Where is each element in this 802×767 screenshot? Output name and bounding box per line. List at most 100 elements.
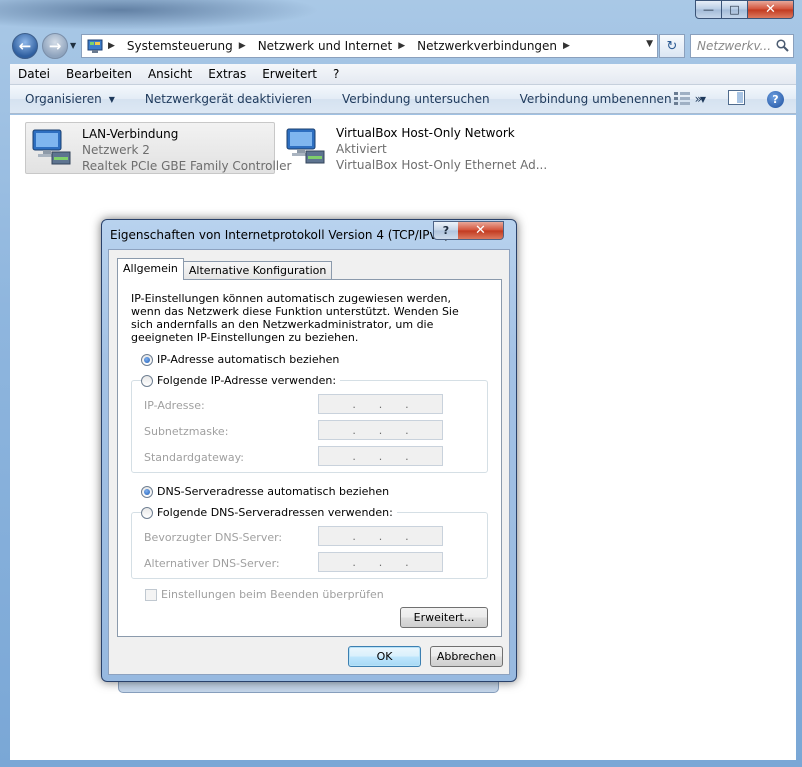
- menu-bearbeiten[interactable]: Bearbeiten: [58, 67, 140, 81]
- refresh-icon: ↻: [666, 38, 678, 54]
- preferred-dns-label: Bevorzugter DNS-Server:: [144, 531, 283, 544]
- ip-dot: .: [405, 397, 409, 411]
- back-button[interactable]: ←: [12, 33, 38, 59]
- alternate-dns-label: Alternativer DNS-Server:: [144, 557, 280, 570]
- breadcrumb-item-netzwerk[interactable]: Netzwerk und Internet: [258, 39, 393, 53]
- radio-selected: [141, 353, 153, 366]
- breadcrumb-label: Systemsteuerung: [126, 39, 233, 53]
- tab-strip: Allgemein Alternative Konfiguration: [117, 258, 333, 280]
- cancel-button[interactable]: Abbrechen: [430, 646, 503, 667]
- ip-dot: .: [405, 423, 409, 437]
- arrow-left-icon: ←: [18, 37, 32, 55]
- ip-dot: .: [378, 555, 383, 569]
- breadcrumb-root-chevron[interactable]: ▶: [108, 41, 121, 51]
- menu-datei[interactable]: Datei: [10, 67, 58, 81]
- menu-extras[interactable]: Extras: [200, 67, 254, 81]
- connection-status: Aktiviert: [336, 142, 387, 156]
- view-options-icon[interactable]: [673, 91, 690, 108]
- address-bar[interactable]: ▶ Systemsteuerung ▶ Netzwerk und Interne…: [81, 34, 658, 58]
- radio-label: IP-Adresse automatisch beziehen: [157, 353, 340, 366]
- control-panel-icon: [86, 38, 104, 54]
- search-placeholder: Netzwerkv...: [697, 39, 772, 53]
- preview-pane-icon[interactable]: [728, 90, 745, 108]
- dns-auto-radio[interactable]: DNS-Serveradresse automatisch beziehen: [141, 485, 389, 498]
- ip-address-label: IP-Adresse:: [144, 399, 205, 412]
- breadcrumb-separator[interactable]: ▶: [398, 41, 411, 51]
- chevron-down-icon[interactable]: ▼: [646, 39, 653, 49]
- tab-panel-allgemein: IP-Einstellungen können automatisch zuge…: [117, 279, 502, 637]
- ip-dot: .: [405, 449, 409, 463]
- ip-address-input[interactable]: ...: [318, 394, 443, 414]
- forward-button[interactable]: →: [42, 33, 68, 59]
- ip-manual-radio[interactable]: Folgende IP-Adresse verwenden:: [141, 374, 341, 387]
- organize-button[interactable]: Organisieren ▼: [10, 92, 130, 106]
- ip-dot: .: [352, 397, 356, 411]
- refresh-button[interactable]: ↻: [659, 34, 685, 58]
- window-controls: — □ ✕: [695, 0, 794, 19]
- arrow-right-icon: →: [48, 37, 62, 55]
- chevron-down-icon[interactable]: ▼: [700, 95, 706, 104]
- maximize-button[interactable]: □: [722, 0, 748, 19]
- tab-allgemein[interactable]: Allgemein: [117, 258, 184, 280]
- breadcrumb-item-verbindungen[interactable]: Netzwerkverbindungen: [417, 39, 557, 53]
- dns-manual-radio[interactable]: Folgende DNS-Serveradressen verwenden:: [141, 506, 397, 519]
- disable-device-button[interactable]: Netzwerkgerät deaktivieren: [130, 92, 327, 106]
- alternate-dns-input[interactable]: ...: [318, 552, 443, 572]
- ip-dot: .: [405, 555, 409, 569]
- menu-help[interactable]: ?: [325, 67, 347, 81]
- breadcrumb-label: Netzwerk und Internet: [257, 39, 393, 53]
- breadcrumb-item-systemsteuerung[interactable]: Systemsteuerung: [127, 39, 233, 53]
- intro-text: IP-Einstellungen können automatisch zuge…: [131, 292, 459, 344]
- ip-dot: .: [352, 529, 356, 543]
- ip-dot: .: [352, 449, 356, 463]
- menu-ansicht[interactable]: Ansicht: [140, 67, 200, 81]
- gateway-input[interactable]: ...: [318, 446, 443, 466]
- ip-dot: .: [352, 423, 356, 437]
- ip-auto-radio[interactable]: IP-Adresse automatisch beziehen: [141, 353, 339, 366]
- rename-connection-button[interactable]: Verbindung umbenennen: [505, 92, 687, 106]
- dialog-title: Eigenschaften von Internetprotokoll Vers…: [110, 228, 449, 242]
- help-icon[interactable]: ?: [767, 90, 784, 108]
- radio-label: Folgende IP-Adresse verwenden:: [157, 374, 337, 387]
- recent-pages-dropdown[interactable]: ▼: [70, 41, 76, 50]
- network-adapter-icon: [284, 125, 328, 169]
- radio-unselected: [141, 506, 153, 519]
- menu-erweitert[interactable]: Erweitert: [254, 67, 325, 81]
- checkbox-box: [145, 588, 157, 601]
- dialog-body: Allgemein Alternative Konfiguration IP-E…: [108, 249, 510, 675]
- dialog-close-button[interactable]: ✕: [458, 221, 504, 240]
- command-bar-right: ▼ ?: [673, 90, 784, 108]
- tab-alternative-konfiguration[interactable]: Alternative Konfiguration: [182, 261, 333, 280]
- radio-selected: [141, 485, 153, 498]
- ok-button[interactable]: OK: [348, 646, 421, 667]
- breadcrumb-label: Netzwerkverbindungen: [417, 39, 558, 53]
- connection-name: VirtualBox Host-Only Network: [336, 126, 515, 140]
- minimize-button[interactable]: —: [695, 0, 722, 19]
- breadcrumb-separator[interactable]: ▶: [563, 41, 576, 51]
- radio-unselected: [141, 374, 153, 387]
- ip-dot: .: [405, 529, 409, 543]
- validate-on-exit-checkbox[interactable]: Einstellungen beim Beenden überprüfen: [145, 588, 384, 601]
- chevron-down-icon: ▼: [108, 94, 115, 104]
- subnet-mask-input[interactable]: ...: [318, 420, 443, 440]
- breadcrumb-separator[interactable]: ▶: [239, 41, 252, 51]
- dialog-help-button[interactable]: ?: [433, 221, 459, 240]
- ip-dot: .: [378, 397, 383, 411]
- tcpip-properties-dialog: Eigenschaften von Internetprotokoll Vers…: [101, 219, 517, 682]
- ip-dot: .: [378, 423, 383, 437]
- menu-bar: Datei Bearbeiten Ansicht Extras Erweiter…: [10, 64, 796, 85]
- search-input[interactable]: Netzwerkv...: [690, 34, 794, 58]
- connection-adapter: VirtualBox Host-Only Ethernet Ad...: [336, 158, 548, 172]
- network-adapter-icon: [30, 126, 74, 170]
- preferred-dns-input[interactable]: ...: [318, 526, 443, 546]
- command-bar: Organisieren ▼ Netzwerkgerät deaktivieren…: [10, 85, 796, 114]
- organize-label: Organisieren: [25, 92, 102, 106]
- close-button[interactable]: ✕: [748, 0, 794, 19]
- connection-status: Netzwerk 2: [82, 143, 150, 157]
- connection-item-virtualbox[interactable]: VirtualBox Host-Only Network Aktiviert V…: [280, 122, 547, 174]
- advanced-button[interactable]: Erweitert...: [400, 607, 488, 628]
- connection-item-lan[interactable]: LAN-Verbindung Netzwerk 2 Realtek PCIe G…: [25, 122, 291, 174]
- ip-dot: .: [378, 449, 383, 463]
- search-icon: [776, 39, 789, 55]
- diagnose-connection-button[interactable]: Verbindung untersuchen: [327, 92, 505, 106]
